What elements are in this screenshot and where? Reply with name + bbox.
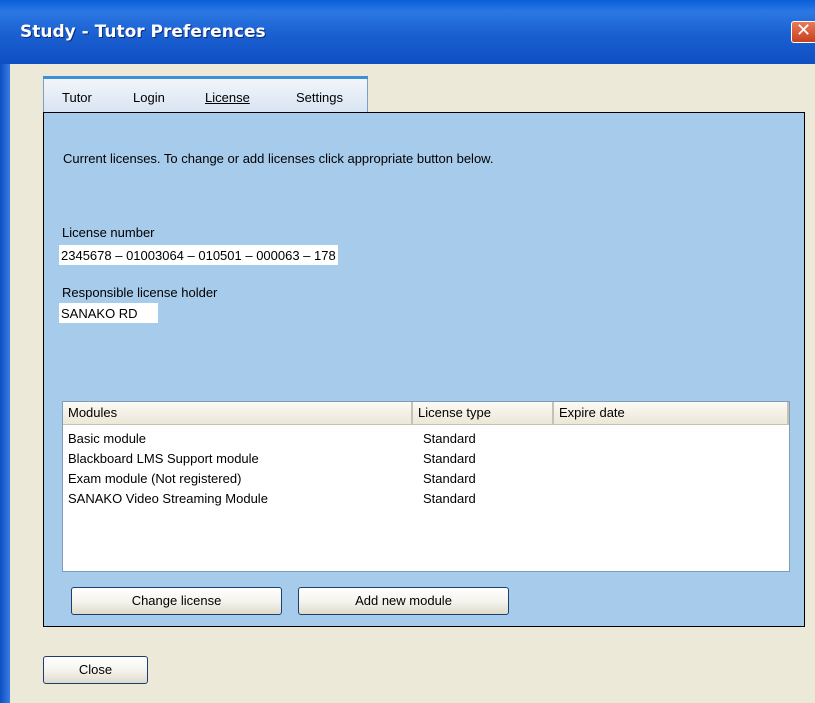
add-new-module-button[interactable]: Add new module [298,587,509,615]
license-holder-label: Responsible license holder [62,285,218,300]
list-item[interactable]: Basic module Standard [63,429,789,449]
tab-license[interactable]: License [205,90,250,105]
window-title: Study - Tutor Preferences [20,22,266,42]
modules-list-header: Modules License type Expire date [63,402,789,425]
module-name: SANAKO Video Streaming Module [68,491,268,506]
module-license-type: Standard [423,491,476,506]
license-number-label: License number [62,225,155,240]
column-header-license-type[interactable]: License type [413,402,554,424]
column-header-modules[interactable]: Modules [63,402,413,424]
license-panel: Current licenses. To change or add licen… [43,112,805,627]
module-name: Blackboard LMS Support module [68,451,259,466]
list-item[interactable]: SANAKO Video Streaming Module Standard [63,489,789,509]
module-license-type: Standard [423,451,476,466]
close-button[interactable]: Close [43,656,148,684]
window-left-border [0,64,10,703]
module-name: Basic module [68,431,147,446]
panel-description: Current licenses. To change or add licen… [63,151,494,166]
tab-settings[interactable]: Settings [296,90,343,105]
close-icon[interactable]: ✕ [791,21,815,43]
title-bar[interactable]: Study - Tutor Preferences ✕ [0,0,815,64]
modules-list[interactable]: Modules License type Expire date Basic m… [62,401,790,572]
module-name: Exam module (Not registered) [68,471,242,486]
tab-strip: Tutor Login License Settings [43,76,368,112]
list-item[interactable]: Blackboard LMS Support module Standard [63,449,789,469]
column-header-expire-date[interactable]: Expire date [554,402,789,424]
tab-login[interactable]: Login [133,90,165,105]
list-item[interactable]: Exam module (Not registered) Standard [63,469,789,489]
module-license-type: Standard [423,471,476,486]
license-number-value: 2345678 – 01003064 – 010501 – 000063 – 1… [59,245,338,265]
module-license-type: Standard [423,431,476,446]
tab-tutor[interactable]: Tutor [62,90,92,105]
change-license-button[interactable]: Change license [71,587,282,615]
license-holder-value: SANAKO RD [59,303,158,323]
